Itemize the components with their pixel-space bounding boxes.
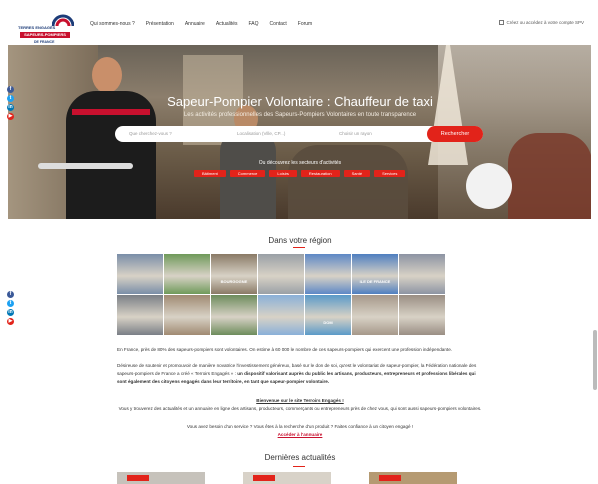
- top-bar: TERRES ENGAGÉS SAPEURS-POMPIERS DE FRANC…: [8, 9, 592, 45]
- youtube-icon[interactable]: ▶: [7, 318, 14, 325]
- news-tag: [127, 475, 149, 481]
- logo-line1: TERRES ENGAGÉS: [18, 25, 56, 30]
- intro-paragraph: En France, près de 80% des sapeurs-pompi…: [117, 347, 453, 352]
- region-tile[interactable]: [258, 254, 304, 294]
- search-radius-select[interactable]: Choisir un rayon: [339, 131, 372, 136]
- sector-label: Commerce: [233, 170, 262, 177]
- twitter-icon[interactable]: t: [7, 300, 14, 307]
- region-title: Dans votre région: [268, 236, 332, 245]
- sector-commerce[interactable]: Commerce: [229, 170, 266, 177]
- account-label: Créez ou accédez à votre compte SPV: [506, 20, 584, 25]
- facebook-icon[interactable]: f: [7, 86, 14, 93]
- sector-loisirs[interactable]: Loisirs: [269, 170, 297, 177]
- linkedin-icon[interactable]: in: [7, 104, 14, 111]
- service-question: Vous avez besoin d'un service ? Vous ête…: [186, 424, 414, 429]
- directory-link[interactable]: Accéder à l'annuaire: [117, 431, 483, 439]
- search-what-input[interactable]: Que cherchez-vous ?: [129, 131, 172, 136]
- hero-ball: [466, 163, 512, 209]
- news-card[interactable]: [369, 472, 457, 484]
- region-tile[interactable]: [164, 295, 210, 335]
- logo[interactable]: TERRES ENGAGÉS SAPEURS-POMPIERS DE FRANC…: [18, 11, 82, 45]
- directory-link-label: Accéder à l'annuaire: [277, 432, 323, 437]
- sector-label: Bâtiment: [198, 170, 222, 177]
- linkedin-icon[interactable]: in: [7, 309, 14, 316]
- nav-item-qui-sommes-nous[interactable]: Qui sommes-nous ?: [90, 21, 135, 27]
- title-underline: [293, 247, 305, 248]
- logo-line3: DE FRANCE: [34, 40, 55, 44]
- region-tile[interactable]: [352, 295, 398, 335]
- nav-item-annuaire[interactable]: Annuaire: [185, 21, 205, 27]
- sector-label: Loisirs: [273, 170, 293, 177]
- news-card[interactable]: [117, 472, 205, 484]
- region-tile[interactable]: [117, 295, 163, 335]
- search-bar: Que cherchez-vous ? Localisation (Ville,…: [115, 126, 483, 142]
- twitter-icon[interactable]: t: [7, 95, 14, 102]
- region-tile[interactable]: BOURGOGNE: [211, 254, 257, 294]
- logo-line2: SAPEURS-POMPIERS: [20, 32, 70, 38]
- nav-item-actualites[interactable]: Actualités: [216, 21, 238, 27]
- region-tile[interactable]: [211, 295, 257, 335]
- news-card[interactable]: [243, 472, 331, 484]
- hero-people: [288, 145, 408, 219]
- search-button[interactable]: Rechercher: [427, 126, 483, 142]
- nav-item-faq[interactable]: FAQ: [249, 21, 259, 27]
- sector-buttons: Bâtiment Commerce Loisirs Restauration S…: [194, 170, 406, 177]
- welcome-link-label: Bienvenue sur le site Terroirs Engagés !: [256, 398, 344, 403]
- user-icon: [499, 20, 505, 25]
- region-tile-label: BOURGOGNE: [220, 279, 248, 284]
- sector-batiment[interactable]: Bâtiment: [194, 170, 226, 177]
- sector-label: Restauration: [304, 170, 336, 177]
- region-tile[interactable]: [258, 295, 304, 335]
- region-tile-label: DOM: [323, 320, 333, 325]
- region-grid: BOURGOGNE ILE DE FRANCE DOM: [117, 254, 445, 336]
- hero-subtitle: Les activités professionnelles des Sapeu…: [183, 112, 417, 118]
- main-nav: Qui sommes-nous ? Présentation Annuaire …: [90, 21, 323, 27]
- scrollbar[interactable]: [593, 330, 597, 390]
- region-tile[interactable]: [117, 254, 163, 294]
- welcome-link[interactable]: Bienvenue sur le site Terroirs Engagés !: [117, 397, 483, 405]
- region-tile[interactable]: [399, 254, 445, 294]
- news-title: Dernières actualités: [264, 453, 336, 462]
- sector-label: Santé: [347, 170, 367, 177]
- youtube-icon[interactable]: ▶: [7, 113, 14, 120]
- site-description: Vous y trouverez des actualités et un an…: [118, 406, 482, 411]
- right-frame: [591, 0, 598, 484]
- hero-title: Sapeur-Pompier Volontaire : Chauffeur de…: [167, 94, 433, 109]
- region-tile[interactable]: [305, 254, 351, 294]
- hero-people-right: [508, 133, 592, 219]
- sector-label: Services: [378, 170, 402, 177]
- mission-paragraph: Désireuse de soutenir et promouvoir de m…: [117, 362, 483, 386]
- region-tile-label: ILE DE FRANCE: [359, 279, 391, 284]
- hero-banner: Sapeur-Pompier Volontaire : Chauffeur de…: [8, 45, 592, 219]
- region-tile[interactable]: ILE DE FRANCE: [352, 254, 398, 294]
- account-link[interactable]: Créez ou accédez à votre compte SPV: [499, 20, 584, 25]
- sectors-intro: Ou découvrez les secteurs d'activités: [258, 160, 342, 166]
- region-tile[interactable]: DOM: [305, 295, 351, 335]
- region-tile[interactable]: [164, 254, 210, 294]
- sector-restauration[interactable]: Restauration: [300, 170, 340, 177]
- news-tag: [253, 475, 275, 481]
- nav-item-presentation[interactable]: Présentation: [146, 21, 174, 27]
- sector-sante[interactable]: Santé: [343, 170, 371, 177]
- search-location-input[interactable]: Localisation (Ville, CP...): [237, 131, 285, 136]
- nav-item-forum[interactable]: Forum: [298, 21, 312, 27]
- news-tag: [379, 475, 401, 481]
- nav-item-contact[interactable]: Contact: [270, 21, 287, 27]
- title-underline: [293, 466, 305, 467]
- facebook-icon[interactable]: f: [7, 291, 14, 298]
- sector-services[interactable]: Services: [374, 170, 406, 177]
- region-tile[interactable]: [399, 295, 445, 335]
